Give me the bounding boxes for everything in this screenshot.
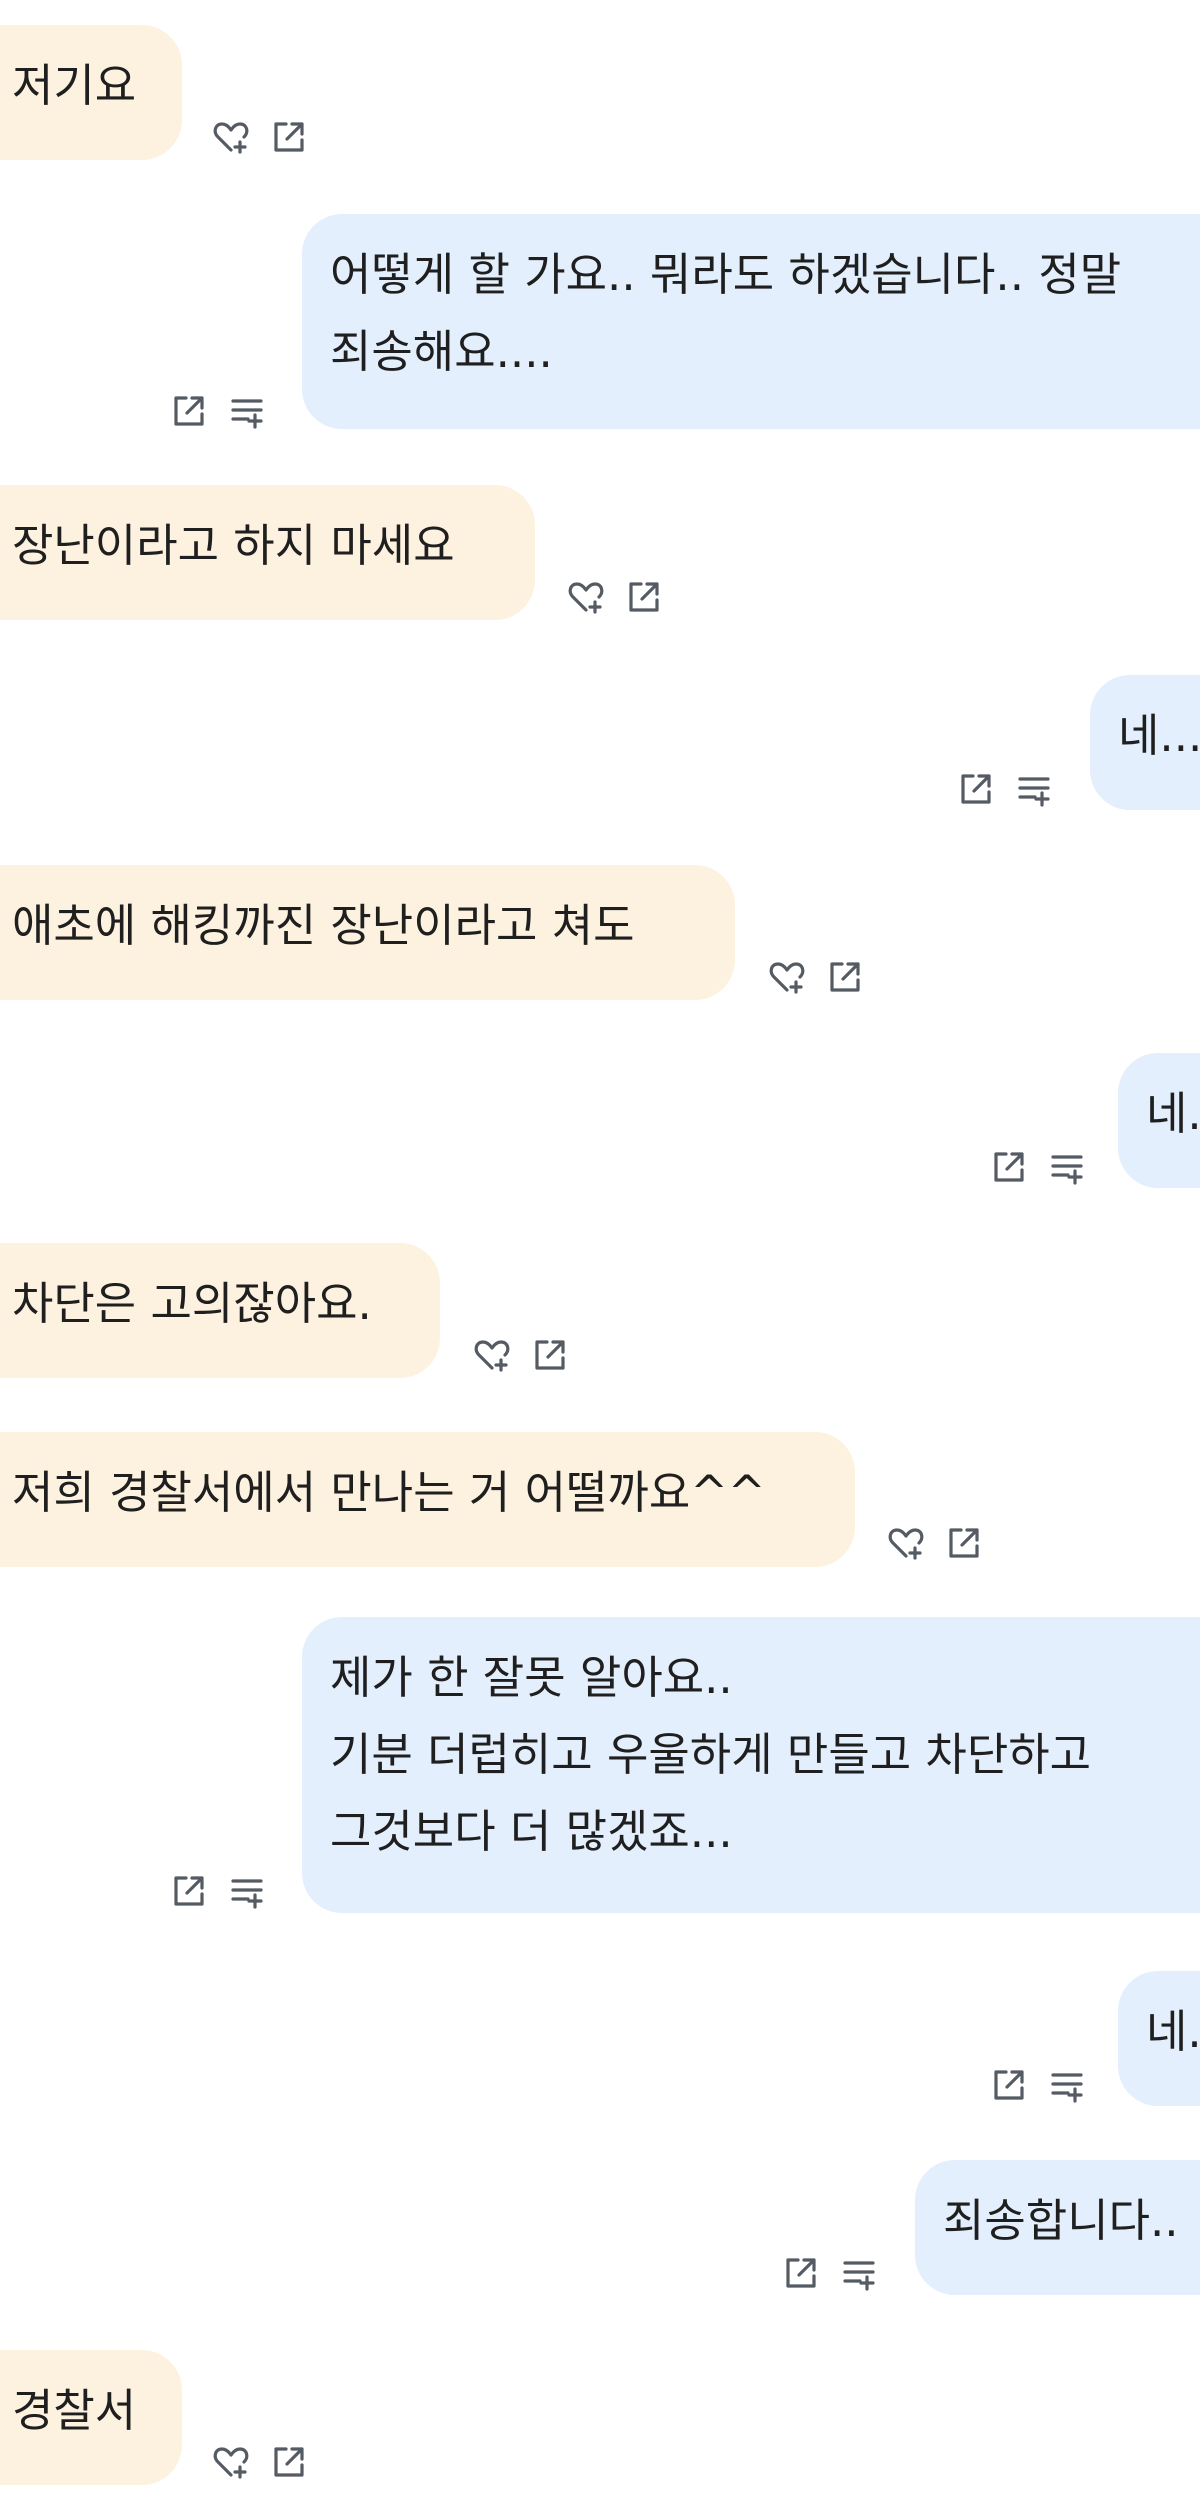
share-icon[interactable] [170, 1872, 208, 1910]
message-actions [990, 2066, 1086, 2104]
heart-add-icon[interactable] [473, 1336, 511, 1374]
message-text: 기분 더럽히고 우울하게 만들고 차단하고 [330, 1728, 1092, 1781]
message-actions [170, 392, 266, 430]
share-icon[interactable] [625, 578, 663, 616]
message-actions [887, 1524, 983, 1562]
heart-add-icon[interactable] [567, 578, 605, 616]
share-icon[interactable] [270, 118, 308, 156]
share-icon[interactable] [990, 1148, 1028, 1186]
message-actions [170, 1872, 266, 1910]
continue-icon[interactable] [228, 392, 266, 430]
continue-icon[interactable] [228, 1872, 266, 1910]
heart-add-icon[interactable] [212, 118, 250, 156]
message-text: 네... [1118, 709, 1200, 762]
message-text: 네... [1146, 1087, 1200, 1140]
message-actions [212, 2443, 308, 2481]
share-icon[interactable] [531, 1336, 569, 1374]
heart-add-icon[interactable] [212, 2443, 250, 2481]
message-text: 저희 경찰서에서 만나는 거 어떨까요^^ [12, 1466, 766, 1519]
message-bubble-other: 장난이라고 하지 마세요 [0, 485, 535, 620]
continue-icon[interactable] [840, 2254, 878, 2292]
message-bubble-other: 저희 경찰서에서 만나는 거 어떨까요^^ [0, 1432, 855, 1567]
message-bubble-me: 네... [1118, 1053, 1200, 1188]
message-bubble-other: 저기요 [0, 25, 182, 160]
message-text: 네... [1146, 2005, 1200, 2058]
message-text: 제가 한 잘못 알아요.. [330, 1651, 733, 1704]
message-bubble-me: 어떻게 할 가요.. 뭐라도 하겠습니다.. 정말 죄송해요.... [302, 214, 1200, 429]
message-bubble-me: 네... [1118, 1971, 1200, 2106]
message-actions [473, 1336, 569, 1374]
share-icon[interactable] [990, 2066, 1028, 2104]
message-bubble-me: 네... [1090, 675, 1200, 810]
message-actions [957, 770, 1053, 808]
message-text: 애초에 해킹까진 장난이라고 쳐도 [12, 899, 635, 952]
message-text: 저기요 [12, 59, 137, 112]
message-bubble-me: 죄송합니다.. [915, 2160, 1200, 2295]
heart-add-icon[interactable] [887, 1524, 925, 1562]
message-bubble-other: 애초에 해킹까진 장난이라고 쳐도 [0, 865, 735, 1000]
share-icon[interactable] [945, 1524, 983, 1562]
message-actions [567, 578, 663, 616]
message-text: 장난이라고 하지 마세요 [12, 519, 455, 572]
share-icon[interactable] [782, 2254, 820, 2292]
message-actions [212, 118, 308, 156]
share-icon[interactable] [270, 2443, 308, 2481]
share-icon[interactable] [826, 958, 864, 996]
message-text: 죄송합니다.. [943, 2194, 1179, 2247]
message-actions [768, 958, 864, 996]
continue-icon[interactable] [1048, 1148, 1086, 1186]
share-icon[interactable] [170, 392, 208, 430]
heart-add-icon[interactable] [768, 958, 806, 996]
message-bubble-me: 제가 한 잘못 알아요.. 기분 더럽히고 우울하게 만들고 차단하고 그것보다… [302, 1617, 1200, 1913]
message-bubble-other: 차단은 고의잖아요. [0, 1243, 440, 1378]
message-text: 어떻게 할 가요.. 뭐라도 하겠습니다.. 정말 [330, 248, 1122, 301]
message-text: 죄송해요.... [330, 325, 553, 378]
message-text: 경찰서 [12, 2384, 137, 2437]
message-text: 차단은 고의잖아요. [12, 1277, 372, 1330]
message-text: 그것보다 더 많겠죠... [330, 1805, 733, 1858]
share-icon[interactable] [957, 770, 995, 808]
message-actions [782, 2254, 878, 2292]
continue-icon[interactable] [1048, 2066, 1086, 2104]
message-bubble-other: 경찰서 [0, 2350, 182, 2485]
message-actions [990, 1148, 1086, 1186]
continue-icon[interactable] [1015, 770, 1053, 808]
